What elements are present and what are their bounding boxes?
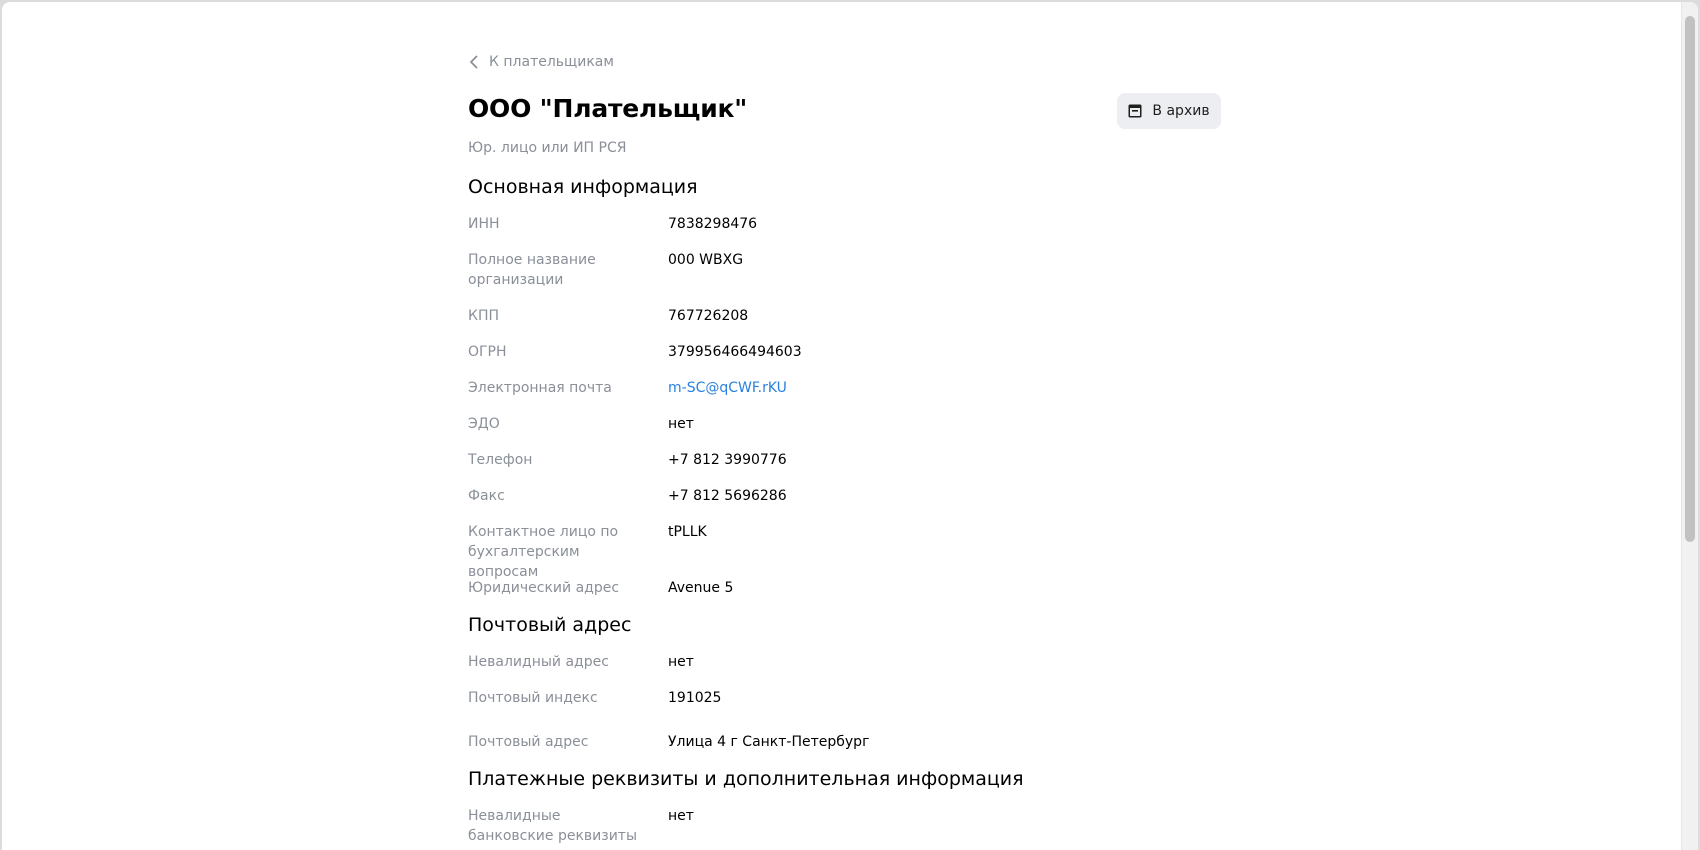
page: К плательщикам ООО "Плательщик" В архив …: [2, 2, 1698, 850]
field-label: Телефон: [468, 452, 533, 468]
field-label: Невалидный адрес: [468, 654, 609, 670]
email-link[interactable]: m-SC@qCWF.rKU: [668, 378, 787, 398]
field-value: нет: [668, 808, 694, 824]
vertical-scrollbar[interactable]: [1681, 2, 1698, 850]
field-label: Почтовый индекс: [468, 690, 598, 706]
field-label: Электронная почта: [468, 380, 612, 396]
field-label: ОГРН: [468, 344, 507, 360]
page-title: ООО "Плательщик": [468, 94, 748, 123]
scrollbar-thumb[interactable]: [1685, 16, 1695, 542]
field-label: Юридический адрес: [468, 580, 620, 596]
field-label: Контактное лицо по бухгалтерским вопроса…: [468, 524, 619, 580]
field-label: Невалидные банковские реквизиты: [468, 808, 638, 844]
field-label: ЭДО: [468, 416, 500, 432]
field-label: Полное название организации: [468, 252, 596, 288]
field-value: 7838298476: [668, 216, 758, 232]
archive-icon: [1128, 104, 1142, 118]
field-value: 000 WBXG: [668, 252, 744, 268]
chevron-left-icon: [470, 55, 478, 69]
field-value: нет: [668, 416, 694, 432]
field-label: Факс: [468, 488, 505, 504]
payer-type: Юр. лицо или ИП РСЯ: [468, 140, 627, 156]
archive-button[interactable]: В архив: [1117, 93, 1221, 129]
section-title-main-info: Основная информация: [468, 176, 698, 198]
back-to-payers-link[interactable]: К плательщикам: [468, 51, 614, 73]
field-value: 379956466494603: [668, 344, 802, 360]
field-label: КПП: [468, 308, 499, 324]
field-value: Avenue 5: [668, 580, 734, 596]
field-label: ИНН: [468, 216, 500, 232]
field-value: +7 812 5696286: [668, 488, 787, 504]
field-value: нет: [668, 654, 694, 670]
field-value: tPLLK: [668, 524, 707, 540]
field-value: 191025: [668, 690, 722, 706]
section-title-postal: Почтовый адрес: [468, 614, 632, 636]
section-title-payment: Платежные реквизиты и дополнительная инф…: [468, 768, 1024, 790]
back-link-label: К плательщикам: [489, 54, 614, 70]
field-value: +7 812 3990776: [668, 452, 787, 468]
field-label: Почтовый адрес: [468, 734, 589, 750]
archive-button-label: В архив: [1152, 103, 1210, 119]
field-value: 767726208: [668, 308, 749, 324]
field-value: Улица 4 г Санкт-Петербург: [668, 734, 870, 750]
